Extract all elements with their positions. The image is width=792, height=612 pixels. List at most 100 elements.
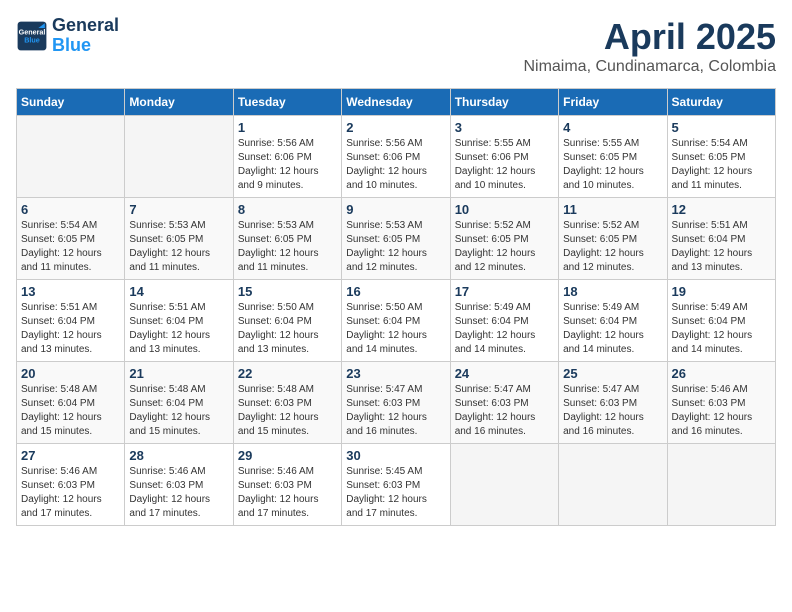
- day-info: Sunrise: 5:46 AM Sunset: 6:03 PM Dayligh…: [672, 383, 771, 439]
- day-info: Sunrise: 5:46 AM Sunset: 6:03 PM Dayligh…: [129, 465, 228, 521]
- day-info: Sunrise: 5:49 AM Sunset: 6:04 PM Dayligh…: [455, 301, 554, 357]
- calendar-cell: 26 Sunrise: 5:46 AM Sunset: 6:03 PM Dayli…: [667, 362, 775, 444]
- day-number: 9: [346, 202, 445, 217]
- svg-text:Blue: Blue: [24, 35, 40, 44]
- calendar-cell: 12 Sunrise: 5:51 AM Sunset: 6:04 PM Dayli…: [667, 198, 775, 280]
- calendar-cell: 21 Sunrise: 5:48 AM Sunset: 6:04 PM Dayli…: [125, 362, 233, 444]
- calendar-cell: 22Sunrise: 5:48 AM Sunset: 6:03 PM Dayli…: [233, 362, 341, 444]
- day-info: Sunrise: 5:56 AM Sunset: 6:06 PM Dayligh…: [238, 137, 337, 193]
- day-number: 17: [455, 284, 554, 299]
- day-info: Sunrise: 5:55 AM Sunset: 6:06 PM Dayligh…: [455, 137, 554, 193]
- day-info: Sunrise: 5:48 AM Sunset: 6:04 PM Dayligh…: [21, 383, 120, 439]
- calendar-week-row: 6Sunrise: 5:54 AM Sunset: 6:05 PM Daylig…: [17, 198, 776, 280]
- logo-text: GeneralBlue: [52, 16, 119, 56]
- weekday-header: Thursday: [450, 89, 558, 116]
- calendar-cell: 16 Sunrise: 5:50 AM Sunset: 6:04 PM Dayli…: [342, 280, 450, 362]
- weekday-header: Sunday: [17, 89, 125, 116]
- calendar-cell: 1 Sunrise: 5:56 AM Sunset: 6:06 PM Daylig…: [233, 116, 341, 198]
- day-number: 1: [238, 120, 337, 135]
- day-number: 7: [129, 202, 228, 217]
- calendar-cell: 18Sunrise: 5:49 AM Sunset: 6:04 PM Dayli…: [559, 280, 667, 362]
- day-info: Sunrise: 5:47 AM Sunset: 6:03 PM Dayligh…: [563, 383, 662, 439]
- day-info: Sunrise: 5:54 AM Sunset: 6:05 PM Dayligh…: [21, 219, 120, 275]
- weekday-header: Saturday: [667, 89, 775, 116]
- day-number: 4: [563, 120, 662, 135]
- day-number: 15: [238, 284, 337, 299]
- weekday-header-row: SundayMondayTuesdayWednesdayThursdayFrid…: [17, 89, 776, 116]
- calendar-cell: 3 Sunrise: 5:55 AM Sunset: 6:06 PM Daylig…: [450, 116, 558, 198]
- calendar-cell: 30 Sunrise: 5:45 AM Sunset: 6:03 PM Dayli…: [342, 444, 450, 526]
- calendar-cell: 10Sunrise: 5:52 AM Sunset: 6:05 PM Dayli…: [450, 198, 558, 280]
- day-info: Sunrise: 5:54 AM Sunset: 6:05 PM Dayligh…: [672, 137, 771, 193]
- logo-icon: General Blue: [16, 20, 48, 52]
- day-number: 16: [346, 284, 445, 299]
- calendar-cell: 5 Sunrise: 5:54 AM Sunset: 6:05 PM Daylig…: [667, 116, 775, 198]
- day-info: Sunrise: 5:52 AM Sunset: 6:05 PM Dayligh…: [455, 219, 554, 275]
- month-title: April 2025: [523, 16, 776, 58]
- calendar-cell: 2Sunrise: 5:56 AM Sunset: 6:06 PM Daylig…: [342, 116, 450, 198]
- day-info: Sunrise: 5:55 AM Sunset: 6:05 PM Dayligh…: [563, 137, 662, 193]
- calendar-cell: 25Sunrise: 5:47 AM Sunset: 6:03 PM Dayli…: [559, 362, 667, 444]
- calendar-cell: 6Sunrise: 5:54 AM Sunset: 6:05 PM Daylig…: [17, 198, 125, 280]
- day-info: Sunrise: 5:53 AM Sunset: 6:05 PM Dayligh…: [238, 219, 337, 275]
- weekday-header: Wednesday: [342, 89, 450, 116]
- calendar-cell: 27Sunrise: 5:46 AM Sunset: 6:03 PM Dayli…: [17, 444, 125, 526]
- calendar-cell: 15Sunrise: 5:50 AM Sunset: 6:04 PM Dayli…: [233, 280, 341, 362]
- calendar-cell: 28 Sunrise: 5:46 AM Sunset: 6:03 PM Dayli…: [125, 444, 233, 526]
- day-info: Sunrise: 5:50 AM Sunset: 6:04 PM Dayligh…: [346, 301, 445, 357]
- logo: General Blue GeneralBlue: [16, 16, 119, 56]
- calendar-cell: 17 Sunrise: 5:49 AM Sunset: 6:04 PM Dayli…: [450, 280, 558, 362]
- day-number: 26: [672, 366, 771, 381]
- weekday-header: Tuesday: [233, 89, 341, 116]
- calendar-cell: 29 Sunrise: 5:46 AM Sunset: 6:03 PM Dayli…: [233, 444, 341, 526]
- day-info: Sunrise: 5:53 AM Sunset: 6:05 PM Dayligh…: [346, 219, 445, 275]
- calendar-cell: 13Sunrise: 5:51 AM Sunset: 6:04 PM Dayli…: [17, 280, 125, 362]
- day-number: 12: [672, 202, 771, 217]
- calendar-cell: 24 Sunrise: 5:47 AM Sunset: 6:03 PM Dayli…: [450, 362, 558, 444]
- calendar-cell: 4 Sunrise: 5:55 AM Sunset: 6:05 PM Daylig…: [559, 116, 667, 198]
- day-number: 28: [129, 448, 228, 463]
- day-info: Sunrise: 5:45 AM Sunset: 6:03 PM Dayligh…: [346, 465, 445, 521]
- calendar-cell: [125, 116, 233, 198]
- day-number: 30: [346, 448, 445, 463]
- day-info: Sunrise: 5:47 AM Sunset: 6:03 PM Dayligh…: [455, 383, 554, 439]
- calendar-cell: 9 Sunrise: 5:53 AM Sunset: 6:05 PM Daylig…: [342, 198, 450, 280]
- calendar-cell: [450, 444, 558, 526]
- calendar-week-row: 27Sunrise: 5:46 AM Sunset: 6:03 PM Dayli…: [17, 444, 776, 526]
- calendar-cell: [17, 116, 125, 198]
- day-number: 20: [21, 366, 120, 381]
- calendar-cell: 20 Sunrise: 5:48 AM Sunset: 6:04 PM Dayli…: [17, 362, 125, 444]
- day-number: 8: [238, 202, 337, 217]
- day-number: 19: [672, 284, 771, 299]
- day-number: 29: [238, 448, 337, 463]
- title-block: April 2025 Nimaima, Cundinamarca, Colomb…: [523, 16, 776, 76]
- calendar-cell: 19Sunrise: 5:49 AM Sunset: 6:04 PM Dayli…: [667, 280, 775, 362]
- day-number: 21: [129, 366, 228, 381]
- page-header: General Blue GeneralBlue April 2025 Nima…: [16, 16, 776, 76]
- day-info: Sunrise: 5:48 AM Sunset: 6:03 PM Dayligh…: [238, 383, 337, 439]
- day-number: 14: [129, 284, 228, 299]
- calendar-cell: 8 Sunrise: 5:53 AM Sunset: 6:05 PM Daylig…: [233, 198, 341, 280]
- location-title: Nimaima, Cundinamarca, Colombia: [523, 58, 776, 76]
- day-info: Sunrise: 5:46 AM Sunset: 6:03 PM Dayligh…: [238, 465, 337, 521]
- day-number: 2: [346, 120, 445, 135]
- calendar-week-row: 20 Sunrise: 5:48 AM Sunset: 6:04 PM Dayli…: [17, 362, 776, 444]
- day-number: 18: [563, 284, 662, 299]
- day-info: Sunrise: 5:53 AM Sunset: 6:05 PM Dayligh…: [129, 219, 228, 275]
- calendar-week-row: 1 Sunrise: 5:56 AM Sunset: 6:06 PM Daylig…: [17, 116, 776, 198]
- calendar-cell: [559, 444, 667, 526]
- day-number: 24: [455, 366, 554, 381]
- day-number: 5: [672, 120, 771, 135]
- day-number: 3: [455, 120, 554, 135]
- weekday-header: Monday: [125, 89, 233, 116]
- day-info: Sunrise: 5:47 AM Sunset: 6:03 PM Dayligh…: [346, 383, 445, 439]
- day-number: 23: [346, 366, 445, 381]
- calendar-cell: 23 Sunrise: 5:47 AM Sunset: 6:03 PM Dayli…: [342, 362, 450, 444]
- calendar-cell: [667, 444, 775, 526]
- calendar-cell: 7 Sunrise: 5:53 AM Sunset: 6:05 PM Daylig…: [125, 198, 233, 280]
- calendar-cell: 11Sunrise: 5:52 AM Sunset: 6:05 PM Dayli…: [559, 198, 667, 280]
- day-info: Sunrise: 5:51 AM Sunset: 6:04 PM Dayligh…: [672, 219, 771, 275]
- day-info: Sunrise: 5:46 AM Sunset: 6:03 PM Dayligh…: [21, 465, 120, 521]
- calendar-cell: 14Sunrise: 5:51 AM Sunset: 6:04 PM Dayli…: [125, 280, 233, 362]
- day-info: Sunrise: 5:48 AM Sunset: 6:04 PM Dayligh…: [129, 383, 228, 439]
